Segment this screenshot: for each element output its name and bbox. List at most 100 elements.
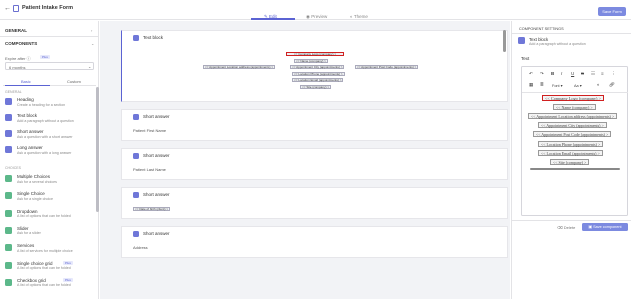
component-item[interactable]: Text block Add a paragraph without a ques… (5, 113, 95, 127)
active-tab-indicator (251, 18, 295, 20)
merge-tag-chip: << Appointment City (appointments) > (290, 65, 345, 69)
merge-tag-chip: << Company Logo (company) > (286, 52, 344, 56)
chevron-right-icon[interactable]: › (91, 28, 92, 33)
merge-tag[interactable]: << Appointment City (appointments) > (538, 122, 607, 128)
active-tab-indicator (5, 85, 50, 86)
ordered-list-icon[interactable]: ☷ (591, 71, 595, 77)
component-item-description: Add a paragraph without a question (17, 118, 74, 123)
component-item-label: Services (17, 243, 35, 249)
font-size-select[interactable]: Aa ▾ (574, 83, 582, 88)
bold-icon[interactable]: B (551, 71, 554, 76)
link-icon[interactable]: 🔗︎ (609, 82, 615, 88)
tab-custom[interactable]: Custom (67, 79, 81, 84)
text-block-icon (133, 35, 139, 41)
plus-badge: Plus (63, 260, 73, 265)
slider-icon (5, 226, 12, 234)
single-choice-icon (5, 192, 12, 200)
section-general[interactable]: GENERAL (5, 28, 27, 33)
page-title: Patient Intake Form (22, 5, 74, 11)
rich-text-editor[interactable]: ↶ ↷ B I U S ☷ ≡ ⋮ ▦ ≣ Font ▾ Aa ▾ ◐ 🔗︎ <… (521, 66, 628, 216)
checkbox-grid-icon (5, 278, 12, 286)
short-answer-card[interactable]: Short answer Patient First Name (121, 109, 508, 141)
component-item[interactable]: Single Choice Ask for a single choice (5, 191, 95, 205)
component-item[interactable]: Checkbox grid Plus A list of options that … (5, 277, 95, 292)
short-answer-card[interactable]: Short answer Patient Last Name (121, 148, 508, 180)
component-item-description: Ask for a several choices (17, 179, 57, 184)
component-item[interactable]: Slider Ask for a slider (5, 226, 95, 240)
heading-icon (5, 98, 12, 105)
card-value: Patient Last Name (133, 167, 166, 172)
merge-tag[interactable]: << Site (company) > (550, 159, 590, 165)
divider (512, 33, 631, 34)
short-answer-card[interactable]: Short answer Address (121, 226, 508, 258)
short-answer-icon (133, 153, 139, 159)
save-form-button[interactable]: Save Form (598, 7, 626, 16)
color-icon[interactable]: ◐ (597, 82, 600, 87)
merge-tag-chip: << Date of birth (client) > (133, 207, 171, 211)
merge-tag[interactable]: << Location Email (appointments) > (538, 150, 603, 156)
dropdown-icon (5, 209, 12, 217)
card-label: Short answer (143, 231, 170, 236)
sidebar-scrollbar[interactable] (96, 87, 99, 212)
canvas-scrollbar[interactable] (503, 30, 506, 52)
more-icon[interactable]: ⋮ (611, 71, 616, 77)
redo-icon[interactable]: ↷ (540, 71, 544, 77)
card-label: Short answer (143, 114, 170, 119)
merge-tag-chip: << Location Email (appointments) > (292, 78, 344, 82)
section-components[interactable]: COMPONENTS (5, 41, 37, 46)
short-answer-icon (5, 130, 12, 137)
short-answer-card[interactable]: Short answer << Date of birth (client) > (121, 187, 508, 219)
chevron-down-icon: ⌄ (88, 64, 92, 69)
component-item-label: Slider (17, 225, 29, 231)
strikethrough-icon[interactable]: S (581, 71, 584, 76)
delete-button[interactable]: ⌫ Delete (557, 225, 575, 230)
component-item-label: Long answer (17, 145, 43, 150)
merge-tag[interactable]: << Location Phone (appointments) > (538, 141, 604, 147)
tab-theme[interactable]: ◐ Theme (350, 14, 368, 19)
expire-select[interactable]: 6 months ⌄ (5, 62, 94, 70)
text-block-card[interactable]: Text block << Company Logo (company) > <… (121, 30, 508, 102)
editor-scrollbar[interactable] (530, 168, 620, 170)
component-item[interactable]: Single choice grid Plus A list of options … (5, 260, 95, 275)
component-item-description: Ask for a single choice (17, 196, 53, 201)
undo-icon[interactable]: ↶ (529, 71, 533, 77)
merge-tag[interactable]: << Name (company) > (553, 104, 596, 110)
merge-tag[interactable]: << Appointment Location address (appoint… (528, 113, 618, 119)
underline-icon[interactable]: U (571, 71, 574, 76)
top-bar: ← Patient Intake Form ✎ Edit ◉ Preview ◐… (0, 0, 631, 20)
component-item[interactable]: Short answer Ask a question with a short … (5, 129, 95, 143)
divider (512, 220, 631, 221)
chevron-down-icon[interactable]: ⌄ (91, 41, 94, 46)
editor-toolbar: ↶ ↷ B I U S ☷ ≡ ⋮ ▦ ≣ Font ▾ Aa ▾ ◐ 🔗︎ (522, 67, 628, 93)
services-icon (5, 244, 12, 252)
back-arrow-icon[interactable]: ← (4, 5, 11, 12)
tab-basic[interactable]: Basic (21, 79, 31, 84)
save-component-button[interactable]: ▣ Save component (582, 223, 628, 231)
component-item-description: Create a heading for a section (17, 102, 66, 107)
grid-icon (5, 261, 12, 269)
component-item[interactable]: Multiple Choices Ask for a several choice… (5, 174, 95, 188)
merge-tag[interactable]: << Company Logo (company) > (542, 95, 604, 101)
text-block-icon (5, 114, 12, 121)
table-icon[interactable]: ▦ (529, 82, 533, 88)
short-answer-icon (133, 114, 139, 120)
merge-tag[interactable]: << Appointment Post Code (appointments) … (533, 131, 612, 137)
bullet-list-icon[interactable]: ≡ (601, 71, 604, 76)
long-answer-icon (5, 146, 12, 153)
merge-tag-chip: << Site (company) > (300, 85, 332, 89)
component-tabs: Basic Custom (3, 77, 96, 86)
component-item-description: A list of options that can be folded (17, 266, 71, 270)
left-sidebar: GENERAL › COMPONENTS ⌄ Expire after ⓘ Pl… (0, 21, 99, 299)
font-select[interactable]: Font ▾ (552, 83, 563, 88)
align-icon[interactable]: ≣ (540, 82, 544, 88)
component-item[interactable]: Services A list of services for multiple … (5, 243, 95, 257)
component-settings-panel: COMPONENT SETTINGS Text block Add a para… (511, 21, 631, 299)
component-item[interactable]: Long answer Ask a question with a long an… (5, 145, 95, 159)
card-value: Patient First Name (133, 128, 167, 133)
form-canvas: Text block << Company Logo (company) > <… (100, 21, 510, 299)
component-item-description: Ask for a slider (17, 231, 41, 236)
italic-icon[interactable]: I (561, 71, 562, 76)
tab-preview[interactable]: ◉ Preview (306, 14, 327, 20)
component-item[interactable]: Heading Create a heading for a section (5, 97, 95, 111)
component-item[interactable]: Dropdown A list of options that can be fo… (5, 209, 95, 223)
